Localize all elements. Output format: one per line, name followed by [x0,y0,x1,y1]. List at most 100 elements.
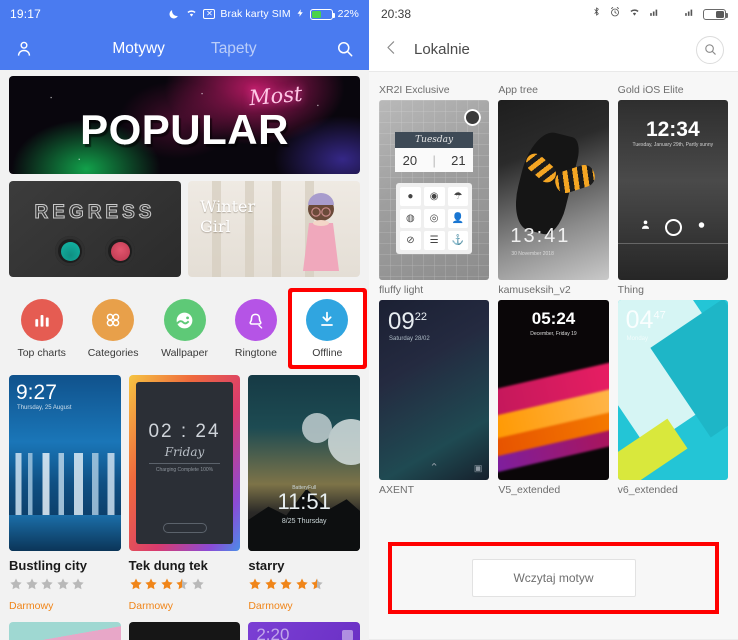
theme-grid-row-2-partial: 2:20 [0,612,369,640]
thumb-unlock-button [162,523,207,533]
theme-card[interactable]: 2:20 [248,622,361,640]
search-icon[interactable] [696,35,724,64]
moon-icon [167,8,180,21]
theme-thumbnail[interactable]: Tuesday 20 | 21 ● ◉ ☂ ◍ ◎ 👤 ⊘ ☰ ⚓ [379,100,490,280]
star-icon [191,577,205,596]
category-wallpaper[interactable]: Wallpaper [149,292,220,365]
chat-icon [696,218,707,236]
theme-thumbnail[interactable]: 13:41 30 November 2018 [498,100,609,280]
top-tabs: Motywy Tapety [0,28,369,70]
theme-thumbnail[interactable]: BatteryFull 11:51 8/25 Thursday [248,375,361,551]
unlock-circle-icon [665,218,683,236]
tab-motywy[interactable]: Motywy [112,40,165,58]
thumb-date: Thursday, 25 August [17,405,72,411]
water-decoration [9,515,121,551]
theme-card[interactable]: BatteryFull 11:51 8/25 Thursday starry D… [248,375,361,612]
theme-thumbnail[interactable]: 2:20 [248,622,361,640]
thumb-date: 30 November 2018 [511,251,554,257]
thumb-clock: 11:51 [277,489,331,514]
knob-teal-icon [55,236,85,266]
chevron-left-icon[interactable] [383,39,400,61]
thumb-sub: Charging Complete 100% [155,467,214,473]
thumb-date: Monday [626,336,649,342]
local-theme-card[interactable]: 12:34 Tuesday, January 29th, Partly sunn… [617,100,728,280]
banner-most-popular[interactable]: Most POPULAR [9,76,360,174]
no-sim-icon: ✕ [203,9,216,19]
banner-winter-girl[interactable]: Winter Girl [188,181,360,277]
thumb-num-1: 20 [402,152,418,168]
category-categories[interactable]: Categories [77,292,148,365]
theme-thumbnail[interactable]: 12:34 Tuesday, January 29th, Partly sunn… [617,100,728,280]
local-theme-card[interactable]: 05:24 December, Friday 19 V5_extended [498,300,609,500]
category-top-charts[interactable]: Top charts [6,292,77,365]
knob-red-icon [105,236,135,266]
theme-thumbnail[interactable]: 9:27 Thursday, 25 August [9,375,121,551]
local-theme-card[interactable]: 0922 Saturday 28/02 ⌃ ▣ AXENT [379,300,490,500]
theme-card[interactable]: 9:27 Thursday, 25 August Bustling city D… [9,375,121,612]
category-ringtone[interactable]: Ringtone [220,292,291,365]
theme-price: Darmowy [9,600,54,612]
grid-row-labels-1: XR2I Exclusive App tree Gold iOS Elite [379,80,728,100]
battery-icon [703,8,728,20]
status-clock: 19:17 [10,7,42,21]
star-icon [279,577,293,596]
local-theme-card[interactable]: 0447 Monday v6_extended [617,300,728,500]
thumb-date: Tuesday, January 29th, Partly sunny [632,142,714,148]
theme-card[interactable] [128,622,241,640]
person-icon[interactable] [14,39,34,59]
theme-label: XR2I Exclusive [379,84,450,96]
thumb-clock: 12:34 [645,118,700,141]
left-scroll-content[interactable]: Most POPULAR REGRESS Winter Girl Top cha… [0,70,369,640]
star-icon [40,577,54,596]
theme-thumbnail[interactable]: 0922 Saturday 28/02 ⌃ ▣ [379,300,490,480]
bell-icon [234,299,277,341]
local-themes-grid: XR2I Exclusive App tree Gold iOS Elite T… [369,72,738,640]
banner-regress[interactable]: REGRESS [9,181,181,277]
thumb-clock: 9:27 [16,381,57,404]
thumb-clock: 09 [388,308,415,335]
category-label: Offline [312,347,343,359]
grid-row-labels-2: fluffy light kamuseksih_v2 Thing [379,280,728,300]
search-icon[interactable] [335,39,355,59]
signal-bars-icon [648,5,661,23]
charging-bolt-icon [296,7,305,22]
rating-stars [9,577,121,596]
left-app-bar: Motywy Tapety [0,28,369,70]
wifi-icon [185,6,198,22]
star-icon [144,577,158,596]
grid-row-2: 0922 Saturday 28/02 ⌃ ▣ AXENT 05:24 Dece… [379,300,728,500]
theme-card[interactable] [9,622,121,640]
battery-percent: 22% [337,8,359,20]
thumb-num-2: 21 [451,152,466,168]
local-theme-card[interactable]: Tuesday 20 | 21 ● ◉ ☂ ◍ ◎ 👤 ⊘ ☰ ⚓ [379,100,490,280]
theme-label: v6_extended [617,484,678,496]
theme-thumbnail[interactable] [128,622,241,640]
theme-grid-row-1: 9:27 Thursday, 25 August Bustling city D… [0,369,369,612]
theme-thumbnail[interactable]: 0447 Monday [617,300,728,480]
category-row: Top charts Categories Wallpaper Ringtone… [0,286,369,369]
thumb-clock: 13:41 [510,225,571,247]
carrier-label: Brak karty SIM [220,8,291,20]
load-theme-button[interactable]: Wczytaj motyw [471,559,636,597]
grid-row-1: Tuesday 20 | 21 ● ◉ ☂ ◍ ◎ 👤 ⊘ ☰ ⚓ 13:41 30 Novembe… [379,100,728,280]
banner-winter-girl-title: Winter Girl [200,197,256,236]
thumb-date: December, Friday 19 [530,331,577,337]
star-icon [9,577,23,596]
local-theme-card[interactable]: 13:41 30 November 2018 [498,100,609,280]
theme-name: Bustling city [9,558,88,573]
page-title: Lokalnie [414,41,470,58]
theme-card[interactable]: 02 : 24 Friday Charging Complete 100% Te… [128,375,241,612]
theme-thumbnail[interactable] [9,622,121,640]
star-icon [248,577,262,596]
thumb-clock: 05:24 [531,309,576,328]
theme-label: AXENT [379,484,415,496]
bluetooth-icon [591,5,602,23]
star-icon [56,577,70,596]
tab-tapety[interactable]: Tapety [211,40,257,58]
theme-thumbnail[interactable]: 02 : 24 Friday Charging Complete 100% [128,375,241,551]
wifi-icon [628,5,641,23]
left-status-bar: 19:17 ✕ Brak karty SIM 22% [0,0,369,28]
category-offline[interactable]: Offline [291,292,364,365]
theme-thumbnail[interactable]: 05:24 December, Friday 19 [498,300,609,480]
battery-icon [309,8,335,20]
